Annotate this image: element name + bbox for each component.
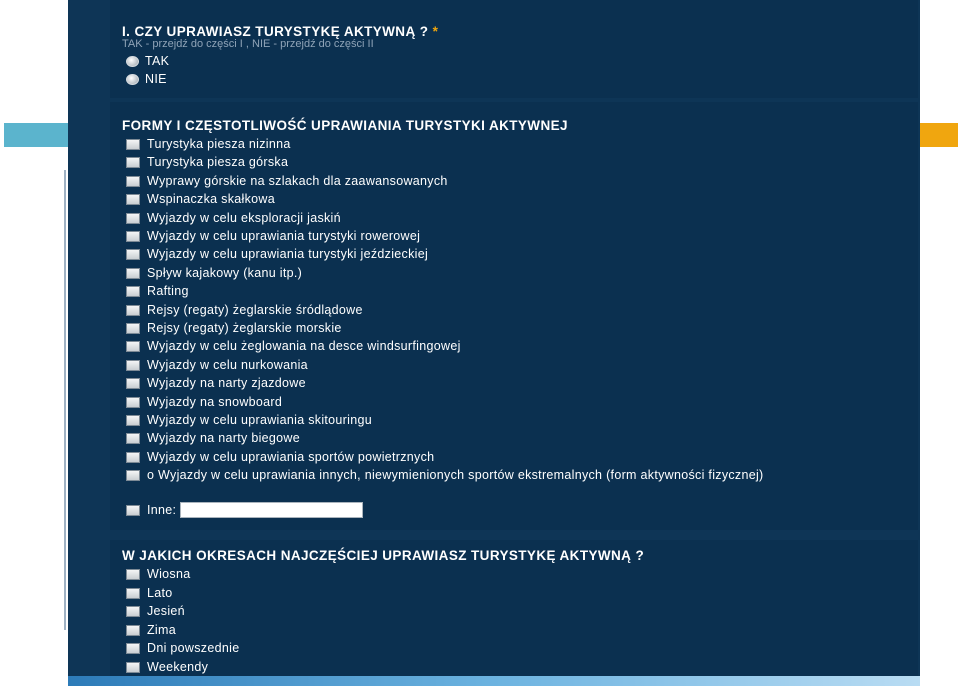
checkbox-icon[interactable] — [126, 661, 140, 673]
checkbox-option[interactable]: Wyjazdy w celu uprawiania turystyki jeźd… — [126, 246, 428, 262]
option-label: Wyprawy górskie na szlakach dla zaawanso… — [147, 174, 448, 188]
checkbox-icon[interactable] — [126, 432, 140, 444]
checkbox-option[interactable]: Turystyka piesza nizinna — [126, 136, 291, 152]
checkbox-icon[interactable] — [126, 138, 140, 150]
checkbox-icon[interactable] — [126, 230, 140, 242]
checkbox-option[interactable]: Dni powszednie — [126, 640, 239, 656]
checkbox-option[interactable]: Wyjazdy w celu żeglowania na desce winds… — [126, 338, 461, 354]
checkbox-option[interactable]: Wyjazdy w celu uprawiania skitouringu — [126, 412, 372, 428]
section-active-tourism: I. CZY UPRAWIASZ TURYSTYKĘ AKTYWNĄ ? * T… — [110, 0, 918, 98]
checkbox-icon[interactable] — [126, 624, 140, 636]
checkbox-option[interactable]: Turystyka piesza górska — [126, 154, 288, 170]
option-label: o Wyjazdy w celu uprawiania innych, niew… — [147, 468, 764, 482]
checkbox-option[interactable]: Wyprawy górskie na szlakach dla zaawanso… — [126, 173, 448, 189]
option-label: Dni powszednie — [147, 641, 240, 655]
checkbox-option[interactable]: Wyjazdy w celu uprawiania turystyki rowe… — [126, 228, 420, 244]
checkbox-option[interactable]: Wyjazdy na narty zjazdowe — [126, 375, 306, 391]
option-label: Inne: — [147, 503, 177, 517]
required-marker: * — [432, 24, 439, 39]
radio-option-tak[interactable]: TAK — [126, 53, 169, 69]
option-label: Wyjazdy w celu nurkowania — [147, 358, 308, 372]
option-label: Lato — [147, 586, 173, 600]
decorative-bar-left — [4, 123, 70, 147]
option-label: Jesień — [147, 604, 185, 618]
option-label: Wiosna — [147, 567, 191, 581]
checkbox-icon[interactable] — [126, 212, 140, 224]
option-label: Zima — [147, 623, 176, 637]
option-label: Wyjazdy na snowboard — [147, 395, 283, 409]
option-label: Weekendy — [147, 660, 209, 674]
checkbox-option[interactable]: Lato — [126, 585, 173, 601]
option-label: Turystyka piesza górska — [147, 155, 289, 169]
question-title: I. CZY UPRAWIASZ TURYSTYKĘ AKTYWNĄ ? — [122, 24, 429, 39]
survey-panel: I. CZY UPRAWIASZ TURYSTYKĘ AKTYWNĄ ? * T… — [68, 0, 920, 676]
radio-option-nie[interactable]: NIE — [126, 71, 167, 87]
decorative-divider — [64, 170, 66, 630]
checkbox-option-other[interactable]: Inne: — [126, 502, 364, 518]
checkbox-icon[interactable] — [126, 377, 140, 389]
option-label: Spływ kajakowy (kanu itp.) — [147, 266, 303, 280]
option-label: NIE — [145, 72, 167, 86]
checkbox-option[interactable]: Weekendy — [126, 659, 208, 675]
checkbox-option[interactable]: Rejsy (regaty) żeglarskie śródlądowe — [126, 302, 363, 318]
checkbox-option[interactable]: Rafting — [126, 283, 189, 299]
bottom-gradient-bar — [68, 676, 920, 686]
checkbox-option[interactable]: Wiosna — [126, 566, 190, 582]
option-label: Wspinaczka skałkowa — [147, 192, 275, 206]
checkbox-icon[interactable] — [126, 470, 140, 481]
checkbox-option[interactable]: Wyjazdy w celu uprawiania sportów powiet… — [126, 449, 434, 465]
checkbox-option[interactable]: Jesień — [126, 603, 185, 619]
checkbox-icon[interactable] — [126, 267, 140, 279]
checkbox-option[interactable]: Wyjazdy w celu eksploracji jaskiń — [126, 210, 341, 226]
checkbox-icon[interactable] — [126, 193, 140, 205]
checkbox-icon[interactable] — [126, 304, 140, 316]
option-label: Wyjazdy w celu uprawiania turystyki rowe… — [147, 229, 421, 243]
option-label: Rafting — [147, 284, 189, 298]
checkbox-icon[interactable] — [126, 248, 140, 260]
option-label: Rejsy (regaty) żeglarskie śródlądowe — [147, 303, 363, 317]
option-label: TAK — [145, 54, 170, 68]
section-forms-frequency: FORMY I CZĘSTOTLIWOŚĆ UPRAWIANIA TURYSTY… — [110, 102, 918, 530]
checkbox-icon[interactable] — [126, 396, 140, 408]
checkbox-option[interactable]: Wyjazdy na snowboard — [126, 394, 282, 410]
checkbox-option[interactable]: o Wyjazdy w celu uprawiania innych, niew… — [126, 467, 907, 483]
checkbox-icon[interactable] — [126, 156, 140, 168]
checkbox-icon[interactable] — [126, 587, 140, 599]
option-label: Rejsy (regaty) żeglarskie morskie — [147, 321, 342, 335]
checkbox-icon[interactable] — [126, 340, 140, 352]
option-label: Wyjazdy w celu uprawiania skitouringu — [147, 413, 372, 427]
checkbox-option[interactable]: Rejsy (regaty) żeglarskie morskie — [126, 320, 342, 336]
option-label: Wyjazdy w celu uprawiania turystyki jeźd… — [147, 247, 429, 261]
decorative-bar-right — [918, 123, 958, 147]
option-label: Turystyka piesza nizinna — [147, 137, 291, 151]
option-label: Wyjazdy na narty zjazdowe — [147, 376, 306, 390]
radio-button-icon[interactable] — [126, 55, 139, 67]
option-label: Wyjazdy w celu eksploracji jaskiń — [147, 211, 341, 225]
other-text-input[interactable] — [180, 502, 364, 518]
checkbox-option[interactable]: Zima — [126, 622, 176, 638]
checkbox-option[interactable]: Wyjazdy w celu nurkowania — [126, 357, 308, 373]
option-label: Wyjazdy w celu żeglowania na desce winds… — [147, 339, 461, 353]
section-title: W JAKICH OKRESACH NAJCZĘŚCIEJ UPRAWIASZ … — [122, 548, 645, 563]
checkbox-icon[interactable] — [126, 451, 140, 463]
section-title: I. CZY UPRAWIASZ TURYSTYKĘ AKTYWNĄ ? * — [122, 24, 438, 39]
option-label: Wyjazdy w celu uprawiania sportów powiet… — [147, 450, 435, 464]
question-hint: TAK - przejdź do części I , NIE - przejd… — [122, 38, 374, 50]
checkbox-icon[interactable] — [126, 568, 140, 580]
checkbox-icon[interactable] — [126, 175, 140, 187]
checkbox-option[interactable]: Wspinaczka skałkowa — [126, 191, 275, 207]
section-periods: W JAKICH OKRESACH NAJCZĘŚCIEJ UPRAWIASZ … — [110, 540, 918, 676]
section-title: FORMY I CZĘSTOTLIWOŚĆ UPRAWIANIA TURYSTY… — [122, 118, 568, 133]
checkbox-icon[interactable] — [126, 414, 140, 426]
checkbox-icon[interactable] — [126, 504, 140, 516]
checkbox-icon[interactable] — [126, 285, 140, 297]
checkbox-option[interactable]: Spływ kajakowy (kanu itp.) — [126, 265, 302, 281]
option-label: Wyjazdy na narty biegowe — [147, 431, 300, 445]
checkbox-icon[interactable] — [126, 605, 140, 617]
checkbox-icon[interactable] — [126, 642, 140, 654]
checkbox-icon[interactable] — [126, 359, 140, 371]
checkbox-icon[interactable] — [126, 322, 140, 334]
checkbox-option[interactable]: Wyjazdy na narty biegowe — [126, 430, 300, 446]
radio-button-icon[interactable] — [126, 73, 139, 85]
